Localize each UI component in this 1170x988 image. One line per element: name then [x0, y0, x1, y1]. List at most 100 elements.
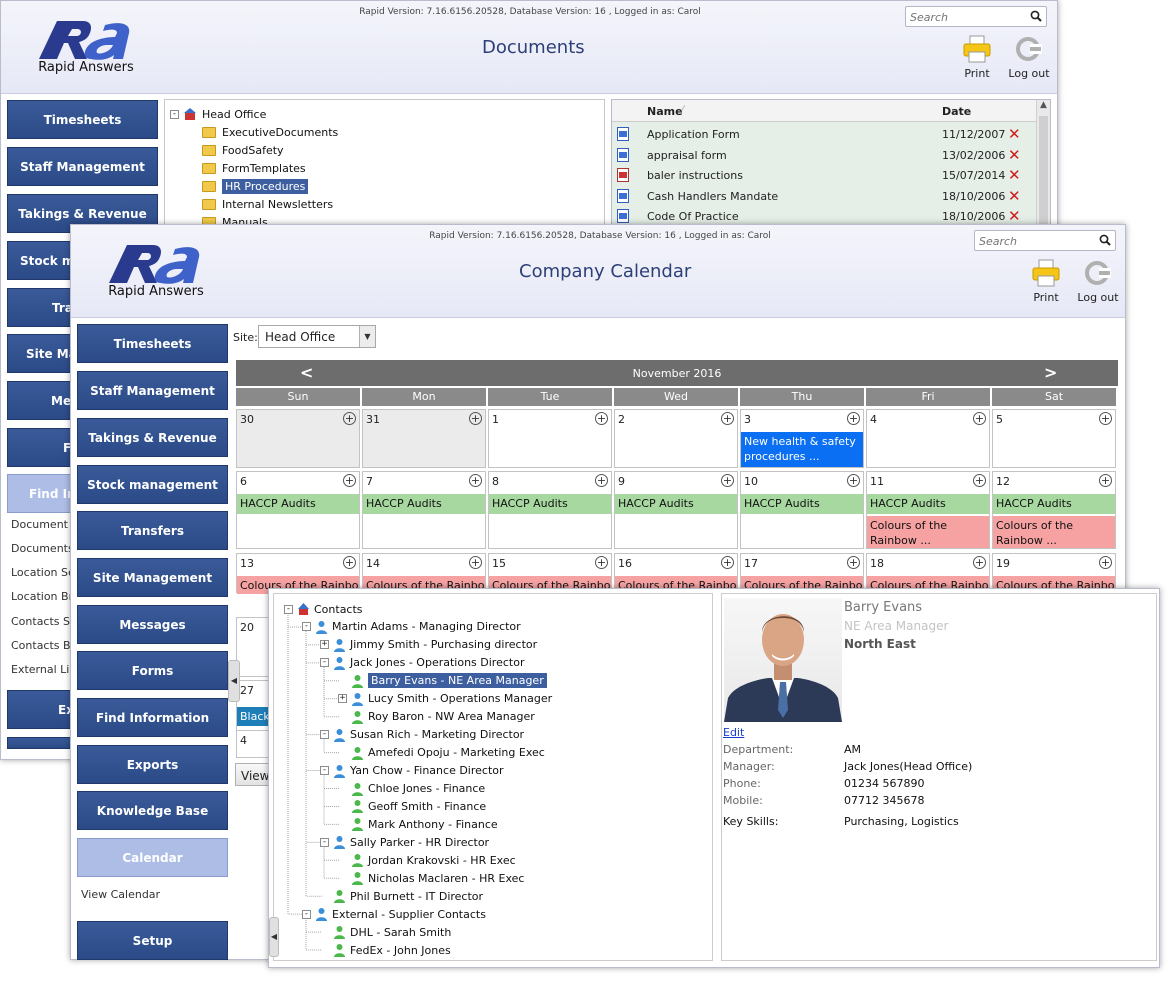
calendar-day-cell[interactable]: 11 + HACCP Audits Colours of the Rainbow ..… [866, 471, 990, 549]
calendar-day-cell[interactable]: 1 + [488, 409, 612, 468]
folder-item-selected[interactable]: HR Procedures [202, 177, 309, 195]
add-event-icon[interactable]: + [847, 474, 860, 487]
grid-scrollbar[interactable]: ▲ [1036, 100, 1050, 238]
subitem-external-links[interactable]: External Lin [11, 663, 76, 676]
calendar-day-cell[interactable]: 19 + Colours of the Rainbow [992, 553, 1116, 594]
add-event-icon[interactable]: + [469, 556, 482, 569]
calendar-day-cell[interactable]: 20 [236, 617, 270, 677]
calendar-day-cell[interactable]: 12 + HACCP Audits Colours of the Rainbow ..… [992, 471, 1116, 549]
delete-icon[interactable]: ✕ [1008, 146, 1021, 164]
calendar-event[interactable]: HACCP Audits [993, 494, 1115, 514]
add-event-icon[interactable]: + [1099, 412, 1112, 425]
collapse-toggle[interactable]: - [284, 604, 293, 614]
add-event-icon[interactable]: + [595, 474, 608, 487]
expand-toggle[interactable]: + [320, 640, 329, 650]
calendar-event[interactable]: HACCP Audits [615, 494, 737, 514]
add-event-icon[interactable]: + [1099, 474, 1112, 487]
chevron-down-icon[interactable]: ▼ [359, 326, 375, 347]
nav-knowledge-base[interactable]: Knowledge Base [77, 791, 228, 830]
logout-button[interactable]: Log out [1001, 31, 1057, 80]
add-event-icon[interactable]: + [343, 556, 356, 569]
add-event-icon[interactable]: + [595, 556, 608, 569]
collapse-panel-handle[interactable]: ◀ [228, 660, 240, 702]
collapse-toggle[interactable]: - [320, 766, 329, 776]
collapse-toggle[interactable]: - [302, 909, 311, 919]
nav-setup[interactable]: Setup [77, 921, 228, 960]
edit-link[interactable]: Edit [723, 726, 744, 739]
subitem-contacts-browse[interactable]: Contacts Br [11, 639, 75, 652]
subitem-location-browse[interactable]: Location Br [11, 590, 73, 603]
calendar-day-cell[interactable]: 17 + Colours of the Rainbow [740, 553, 864, 594]
collapse-toggle[interactable]: - [302, 622, 311, 632]
subitem-document-search[interactable]: Document S [11, 518, 78, 531]
subitem-documents[interactable]: Documents [11, 542, 74, 555]
add-event-icon[interactable]: + [343, 474, 356, 487]
subitem-contacts-search[interactable]: Contacts Se [11, 615, 77, 628]
calendar-day-cell[interactable]: 10 + HACCP Audits [740, 471, 864, 549]
column-date[interactable]: Date [942, 105, 971, 118]
search-input[interactable] [979, 232, 1094, 250]
nav-transfers[interactable]: Transfers [77, 511, 228, 550]
calendar-day-cell[interactable]: 14 + Colours of the Rainbow [362, 553, 486, 594]
add-event-icon[interactable]: + [721, 556, 734, 569]
collapse-tree-handle[interactable]: ◀ [269, 917, 279, 957]
nav-exports[interactable]: Exports [77, 745, 228, 784]
nav-takings-revenue[interactable]: Takings & Revenue [77, 418, 228, 457]
document-row[interactable]: Cash Handlers Mandate 18/10/2006 ✕ [612, 186, 1036, 206]
delete-icon[interactable]: ✕ [1008, 207, 1021, 225]
calendar-day-cell[interactable]: 31 + [362, 409, 486, 468]
add-event-icon[interactable]: + [1099, 556, 1112, 569]
calendar-event[interactable]: HACCP Audits [489, 494, 611, 514]
contact-node[interactable]: Nicholas Maclaren - HR Exec [338, 869, 524, 887]
calendar-day-cell[interactable]: 4 [236, 730, 270, 758]
contact-node[interactable]: Chloe Jones - Finance [338, 780, 485, 798]
collapse-toggle[interactable]: - [320, 658, 329, 668]
delete-icon[interactable]: ✕ [1008, 166, 1021, 184]
add-event-icon[interactable]: + [973, 556, 986, 569]
contact-node[interactable]: Barry Evans - NE Area Manager [338, 672, 547, 690]
subitem-view-calendar[interactable]: View Calendar [81, 888, 160, 901]
add-event-icon[interactable]: + [343, 412, 356, 425]
print-button[interactable]: Print [949, 31, 1005, 80]
search-box[interactable] [974, 230, 1116, 251]
add-event-icon[interactable]: + [973, 474, 986, 487]
calendar-day-cell[interactable]: 18 + Colours of the Rainbow [866, 553, 990, 594]
calendar-event[interactable]: Colours of the Rainbow ... [993, 516, 1115, 548]
document-row[interactable]: Application Form 11/12/2007 ✕ [612, 124, 1036, 144]
nav-site-management[interactable]: Site Management [77, 558, 228, 597]
contact-node[interactable]: Amefedi Opoju - Marketing Exec [338, 744, 545, 762]
contact-node[interactable]: + Jimmy Smith - Purchasing director [320, 636, 537, 654]
calendar-event[interactable]: Colours of the Rainbow ... [867, 516, 989, 548]
print-button[interactable]: Print [1018, 255, 1074, 304]
add-event-icon[interactable]: + [721, 474, 734, 487]
logout-button[interactable]: Log out [1070, 255, 1126, 304]
contact-node[interactable]: - Susan Rich - Marketing Director [320, 726, 524, 744]
contact-node[interactable]: - Jack Jones - Operations Director [320, 654, 524, 672]
collapse-toggle[interactable]: - [320, 837, 329, 847]
collapse-toggle[interactable]: - [320, 730, 329, 740]
calendar-day-cell[interactable]: 6 + HACCP Audits [236, 471, 360, 549]
add-event-icon[interactable]: + [595, 412, 608, 425]
search-input[interactable] [910, 8, 1025, 26]
calendar-day-cell[interactable]: 7 + HACCP Audits [362, 471, 486, 549]
calendar-day-cell[interactable]: 2 + [614, 409, 738, 468]
document-row[interactable]: Code Of Practice 18/10/2006 ✕ [612, 206, 1036, 226]
contact-node[interactable]: - Yan Chow - Finance Director [320, 762, 504, 780]
calendar-day-cell[interactable]: 3 + New health & safety procedures ... [740, 409, 864, 468]
calendar-day-cell[interactable]: 4 + [866, 409, 990, 468]
nav-timesheets[interactable]: Timesheets [77, 324, 228, 363]
calendar-day-cell[interactable]: 9 + HACCP Audits [614, 471, 738, 549]
add-event-icon[interactable]: + [973, 412, 986, 425]
calendar-day-cell[interactable]: 8 + HACCP Audits [488, 471, 612, 549]
column-name[interactable]: Name [647, 105, 683, 118]
contact-node[interactable]: + Lucy Smith - Operations Manager [338, 690, 552, 708]
contact-node[interactable]: Jordan Krakovski - HR Exec [338, 851, 516, 869]
nav-timesheets[interactable]: Timesheets [7, 100, 158, 139]
add-event-icon[interactable]: + [847, 412, 860, 425]
calendar-day-cell[interactable]: 30 + [236, 409, 360, 468]
contact-node[interactable]: Geoff Smith - Finance [338, 797, 486, 815]
contact-node[interactable]: Mark Anthony - Finance [338, 815, 498, 833]
nav-staff-management[interactable]: Staff Management [7, 147, 158, 186]
calendar-day-cell[interactable]: 13+Colours of the Rainbow ... [236, 553, 360, 594]
folder-item[interactable]: ExecutiveDocuments [202, 123, 338, 141]
